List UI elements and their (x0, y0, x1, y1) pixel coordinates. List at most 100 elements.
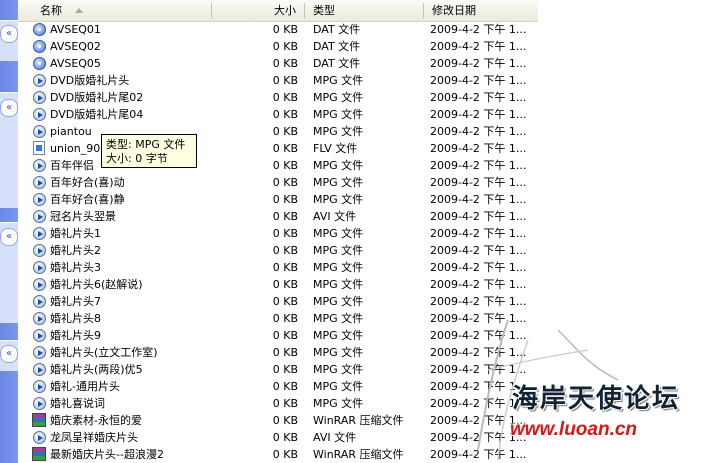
collapse-chevron-icon[interactable]: « (0, 99, 18, 117)
media-icon (32, 73, 47, 88)
file-name: 婚礼片头9 (50, 329, 101, 342)
file-row[interactable]: 百年好合(喜)动 0 KB MPG 文件 2009-4-2 下午 1... (18, 174, 538, 191)
dat-icon (32, 39, 47, 54)
file-row[interactable]: DVD版婚礼片头 0 KB MPG 文件 2009-4-2 下午 1... (18, 72, 538, 89)
file-row[interactable]: 婚礼片头3 0 KB MPG 文件 2009-4-2 下午 1... (18, 259, 538, 276)
file-row[interactable]: DVD版婚礼片尾02 0 KB MPG 文件 2009-4-2 下午 1... (18, 89, 538, 106)
media-icon (32, 362, 47, 377)
file-modified: 2009-4-2 下午 1... (430, 363, 527, 376)
file-modified: 2009-4-2 下午 1... (430, 125, 527, 138)
tooltip-size-line: 大小: 0 字节 (106, 152, 168, 165)
task-pane: « « « « (0, 0, 18, 463)
file-list: AVSEQ01 0 KB DAT 文件 2009-4-2 下午 1... AVSEQ02… (18, 21, 538, 463)
file-type: MPG 文件 (313, 278, 364, 291)
file-row[interactable]: 婚礼片头(立文工作室) 0 KB MPG 文件 2009-4-2 下午 1... (18, 344, 538, 361)
file-modified: 2009-4-2 下午 1... (430, 295, 527, 308)
file-row[interactable]: 婚礼片头7 0 KB MPG 文件 2009-4-2 下午 1... (18, 293, 538, 310)
file-type: AVI 文件 (313, 431, 357, 444)
file-row[interactable]: 龙凤呈祥婚庆片头 0 KB AVI 文件 2009-4-2 下午 1... (18, 429, 538, 446)
file-size: 0 KB (272, 312, 298, 325)
file-row[interactable]: 婚礼-通用片头 0 KB MPG 文件 2009-4-2 下午 1... (18, 378, 538, 395)
column-header-size[interactable]: 大小 (274, 0, 314, 21)
task-pane-section: « (0, 340, 18, 371)
file-type: MPG 文件 (313, 312, 364, 325)
collapse-chevron-icon[interactable]: « (0, 25, 18, 43)
media-icon (32, 107, 47, 122)
file-type: MPG 文件 (313, 261, 364, 274)
dat-icon (32, 56, 47, 71)
file-row[interactable]: AVSEQ02 0 KB DAT 文件 2009-4-2 下午 1... (18, 38, 538, 55)
file-type: FLV 文件 (313, 142, 358, 155)
expand-chevron-icon[interactable]: « (0, 345, 18, 363)
file-row[interactable]: 婚礼片头1 0 KB MPG 文件 2009-4-2 下午 1... (18, 225, 538, 242)
collapse-chevron-icon[interactable]: « (0, 228, 18, 246)
rar-icon (32, 413, 47, 428)
file-row[interactable]: 婚礼片头2 0 KB MPG 文件 2009-4-2 下午 1... (18, 242, 538, 259)
file-name: 婚礼片头2 (50, 244, 101, 257)
column-header-name[interactable]: 名称 (40, 0, 220, 21)
file-name: 百年好合(喜)静 (50, 193, 125, 206)
file-size: 0 KB (272, 363, 298, 376)
file-type: MPG 文件 (313, 380, 364, 393)
file-size: 0 KB (272, 329, 298, 342)
file-row[interactable]: piantou 0 KB MPG 文件 2009-4-2 下午 1... (18, 123, 538, 140)
file-size: 0 KB (272, 159, 298, 172)
file-row[interactable]: 冠名片头翌景 0 KB AVI 文件 2009-4-2 下午 1... (18, 208, 538, 225)
sort-ascending-icon (75, 8, 83, 13)
file-size: 0 KB (272, 397, 298, 410)
file-row[interactable]: 婚礼片头(两段)优5 0 KB MPG 文件 2009-4-2 下午 1... (18, 361, 538, 378)
file-size: 0 KB (272, 414, 298, 427)
media-icon (32, 90, 47, 105)
file-modified: 2009-4-2 下午 1... (430, 108, 527, 121)
file-size: 0 KB (272, 448, 298, 461)
file-name: 婚礼片头1 (50, 227, 101, 240)
file-size: 0 KB (272, 346, 298, 359)
media-icon (32, 243, 47, 258)
media-icon (32, 226, 47, 241)
file-name: DVD版婚礼片尾02 (50, 91, 144, 104)
file-name: 婚礼喜说词 (50, 397, 105, 410)
file-row[interactable]: 百年好合(喜)静 0 KB MPG 文件 2009-4-2 下午 1... (18, 191, 538, 208)
file-row[interactable]: DVD版婚礼片尾04 0 KB MPG 文件 2009-4-2 下午 1... (18, 106, 538, 123)
file-row[interactable]: AVSEQ05 0 KB DAT 文件 2009-4-2 下午 1... (18, 55, 538, 72)
file-name: 婚礼片头(两段)优5 (50, 363, 143, 376)
column-header-bar: 名称 大小 类型 修改日期 (18, 0, 538, 22)
file-type: MPG 文件 (313, 295, 364, 308)
file-modified: 2009-4-2 下午 1... (430, 57, 527, 70)
file-row[interactable]: 百年伴侣 0 KB MPG 文件 2009-4-2 下午 1... (18, 157, 538, 174)
file-size: 0 KB (272, 380, 298, 393)
file-type: MPG 文件 (313, 346, 364, 359)
task-pane-section: « (0, 92, 18, 208)
file-row[interactable]: 婚礼片头8 0 KB MPG 文件 2009-4-2 下午 1... (18, 310, 538, 327)
file-row[interactable]: 婚礼片头6(赵解说) 0 KB MPG 文件 2009-4-2 下午 1... (18, 276, 538, 293)
file-size: 0 KB (272, 176, 298, 189)
column-divider[interactable] (211, 3, 212, 18)
file-row[interactable]: 最新婚庆片头--超浪漫2 0 KB WinRAR 压缩文件 2009-4-2 下午 1… (18, 446, 538, 463)
file-modified: 2009-4-2 下午 1... (430, 142, 527, 155)
file-name: 最新婚庆片头--超浪漫2 (50, 448, 164, 461)
file-row[interactable]: 婚庆素材-永恒的爱 0 KB WinRAR 压缩文件 2009-4-2 下午 1... (18, 412, 538, 429)
file-row[interactable]: 婚礼喜说词 0 KB MPG 文件 2009-4-2 下午 1... (18, 395, 538, 412)
file-row[interactable]: AVSEQ01 0 KB DAT 文件 2009-4-2 下午 1... (18, 21, 538, 38)
file-type: MPG 文件 (313, 193, 364, 206)
column-header-modified[interactable]: 修改日期 (432, 0, 532, 21)
column-divider[interactable] (304, 3, 305, 18)
file-name: 婚庆素材-永恒的爱 (50, 414, 142, 427)
file-name: DVD版婚礼片尾04 (50, 108, 144, 121)
column-divider[interactable] (423, 3, 424, 18)
file-size: 0 KB (272, 261, 298, 274)
rar-icon (32, 447, 47, 462)
media-icon (32, 277, 47, 292)
file-modified: 2009-4-2 下午 1... (430, 329, 527, 342)
media-icon (32, 311, 47, 326)
file-row[interactable]: union_90 0 KB FLV 文件 2009-4-2 下午 1... (18, 140, 538, 157)
file-name: AVSEQ02 (50, 40, 101, 53)
column-header-type[interactable]: 类型 (313, 0, 413, 21)
file-type: AVI 文件 (313, 210, 357, 223)
file-size: 0 KB (272, 431, 298, 444)
file-modified: 2009-4-2 下午 1... (430, 23, 527, 36)
file-size: 0 KB (272, 108, 298, 121)
file-name: piantou (50, 125, 92, 138)
file-size: 0 KB (272, 23, 298, 36)
file-row[interactable]: 婚礼片头9 0 KB MPG 文件 2009-4-2 下午 1... (18, 327, 538, 344)
